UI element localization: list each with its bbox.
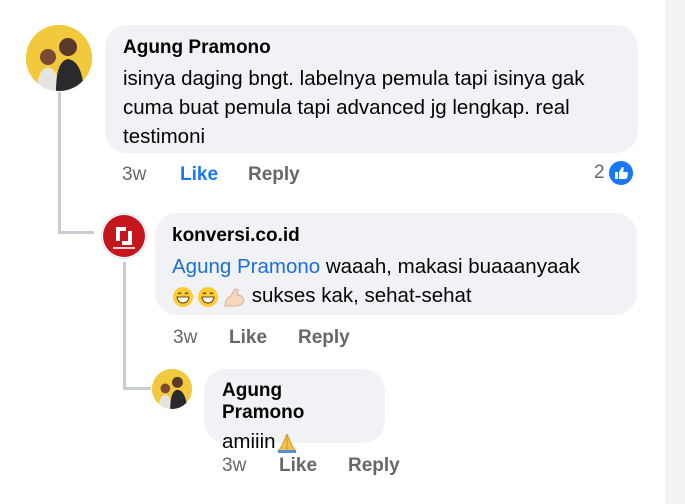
thumbs-up-icon xyxy=(607,160,634,186)
avatar[interactable] xyxy=(26,25,92,91)
comment-author[interactable]: Agung Pramono xyxy=(222,380,367,424)
comment-bubble: Agung Pramono isinya daging bngt. labeln… xyxy=(105,25,638,153)
avatar[interactable] xyxy=(152,369,192,409)
thread-line-1-branch xyxy=(58,231,94,234)
avatar-photo xyxy=(152,369,192,409)
reply-button[interactable]: Reply xyxy=(248,164,300,186)
comment-bubble: Agung Pramono amiiin xyxy=(204,369,385,453)
like-button[interactable]: Like xyxy=(279,455,317,477)
mention-link[interactable]: Agung Pramono xyxy=(172,255,320,278)
comment-time[interactable]: 3w xyxy=(122,164,146,186)
comment-time[interactable]: 3w xyxy=(173,327,197,349)
reply-button[interactable]: Reply xyxy=(348,455,400,477)
grinning-emoji-icon xyxy=(173,286,193,307)
comment-text-wrap: amiiin xyxy=(222,427,367,456)
grinning-emoji-icon xyxy=(198,286,218,307)
reaction-summary[interactable]: 2 xyxy=(594,160,634,186)
comment-text: amiiin xyxy=(222,430,276,453)
comment-author[interactable]: Agung Pramono xyxy=(123,37,620,59)
comment-time[interactable]: 3w xyxy=(222,455,246,477)
thread-line-1 xyxy=(58,92,61,234)
konversi-logo xyxy=(103,215,145,257)
avatar-photo xyxy=(26,25,92,91)
thread-line-2-branch xyxy=(123,387,151,390)
reaction-count: 2 xyxy=(594,162,605,183)
right-edge-strip xyxy=(665,0,685,504)
comment-text: Agung Pramono waaah, makasi buaaanyaak xyxy=(172,252,620,281)
comment-text-part: sukses kak, sehat-sehat xyxy=(251,284,472,307)
comment-text: isinya daging bngt. labelnya pemula tapi… xyxy=(123,67,585,148)
avatar[interactable] xyxy=(101,213,147,259)
comment-author[interactable]: konversi.co.id xyxy=(172,225,620,247)
comment-bubble: konversi.co.id Agung Pramono waaah, maka… xyxy=(155,213,637,315)
thread-line-2 xyxy=(123,262,126,390)
folded-hands-emoji-icon xyxy=(276,433,297,453)
reply-button[interactable]: Reply xyxy=(298,327,350,349)
like-button[interactable]: Like xyxy=(180,164,218,186)
like-button[interactable]: Like xyxy=(229,327,267,349)
comment-text-part: waaah, makasi buaaanyaak xyxy=(320,255,580,278)
flexed-biceps-emoji-icon xyxy=(224,288,245,307)
comment-text-line2: sukses kak, sehat-sehat xyxy=(172,281,620,310)
